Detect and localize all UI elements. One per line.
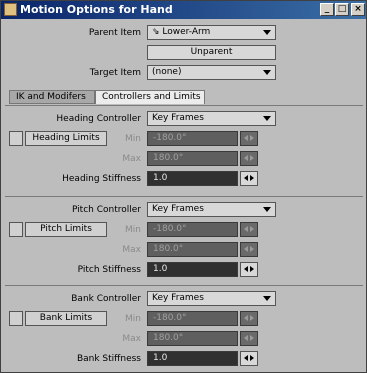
chevron-down-icon	[263, 207, 271, 212]
close-button[interactable]: ×	[351, 3, 365, 16]
heading-max-spinner[interactable]	[240, 151, 258, 166]
chevron-down-icon	[263, 296, 271, 301]
heading-stiffness-spinner[interactable]	[240, 171, 258, 186]
minimize-button[interactable]: _	[320, 3, 334, 16]
chevron-down-icon	[263, 30, 271, 35]
app-icon	[4, 3, 17, 16]
heading-max-field[interactable]: 180.0°	[147, 151, 238, 166]
bank-limits-checkbox[interactable]	[9, 311, 23, 326]
parent-item-dropdown[interactable]: ⇘ Lower-Arm	[147, 25, 276, 40]
pitch-controller-dropdown[interactable]: Key Frames	[147, 202, 276, 217]
pitch-max-label: Max	[122, 245, 141, 255]
bank-min-value: -180.0°	[153, 313, 187, 323]
heading-stiffness-label: Heading Stiffness	[62, 174, 141, 184]
pitch-controller-label: Pitch Controller	[71, 205, 141, 215]
heading-stiffness-field[interactable]: 1.0	[147, 171, 238, 186]
bank-min-field[interactable]: -180.0°	[147, 311, 238, 326]
pitch-min-spinner[interactable]	[240, 222, 258, 237]
chevron-down-icon	[263, 70, 271, 75]
heading-limits-button[interactable]: Heading Limits	[25, 131, 107, 146]
heading-max-value: 180.0°	[153, 153, 184, 163]
tab-ik-and-modifiers[interactable]: IK and Modifers	[9, 90, 95, 104]
title-bar[interactable]: Motion Options for Hand _ □ ×	[1, 1, 366, 19]
pitch-limits-checkbox[interactable]	[9, 222, 23, 237]
heading-max-label: Max	[122, 154, 141, 164]
bank-stiffness-value: 1.0	[153, 353, 168, 363]
heading-controller-dropdown[interactable]: Key Frames	[147, 111, 276, 126]
heading-controller-value: Key Frames	[152, 113, 204, 123]
heading-min-field[interactable]: -180.0°	[147, 131, 238, 146]
heading-limits-checkbox[interactable]	[9, 131, 23, 146]
pitch-stiffness-value: 1.0	[153, 264, 168, 274]
chevron-down-icon	[263, 116, 271, 121]
pitch-limits-toggle[interactable]: Pitch Limits	[9, 222, 107, 237]
pitch-min-field[interactable]: -180.0°	[147, 222, 238, 237]
bank-controller-label: Bank Controller	[71, 294, 141, 304]
pitch-max-spinner[interactable]	[240, 242, 258, 257]
parent-item-value: ⇘ Lower-Arm	[152, 27, 211, 37]
heading-min-value: -180.0°	[153, 133, 187, 143]
parent-item-label: Parent Item	[88, 28, 141, 38]
target-item-value: (none)	[152, 67, 182, 77]
heading-min-spinner[interactable]	[240, 131, 258, 146]
bank-limits-toggle[interactable]: Bank Limits	[9, 311, 107, 326]
heading-controller-label: Heading Controller	[56, 114, 141, 124]
bank-stiffness-label: Bank Stiffness	[76, 354, 141, 364]
pitch-stiffness-spinner[interactable]	[240, 262, 258, 277]
bank-controller-dropdown[interactable]: Key Frames	[147, 291, 276, 306]
heading-stiffness-value: 1.0	[153, 173, 168, 183]
pitch-stiffness-label: Pitch Stiffness	[77, 265, 141, 275]
bank-min-spinner[interactable]	[240, 311, 258, 326]
bank-limits-button[interactable]: Bank Limits	[25, 311, 107, 326]
bank-controller-value: Key Frames	[152, 293, 204, 303]
pitch-max-field[interactable]: 180.0°	[147, 242, 238, 257]
window-title: Motion Options for Hand	[20, 3, 173, 16]
bank-stiffness-field[interactable]: 1.0	[147, 351, 238, 366]
tab-controllers-and-limits[interactable]: Controllers and Limits	[95, 90, 205, 104]
unparent-button[interactable]: Unparent	[147, 45, 276, 60]
pitch-controller-value: Key Frames	[152, 204, 204, 214]
heading-min-label: Min	[125, 134, 141, 144]
pitch-min-label: Min	[125, 225, 141, 235]
bank-max-label: Max	[122, 334, 141, 344]
pitch-limits-button[interactable]: Pitch Limits	[25, 222, 107, 237]
bank-max-field[interactable]: 180.0°	[147, 331, 238, 346]
maximize-button[interactable]: □	[335, 3, 349, 16]
bank-stiffness-spinner[interactable]	[240, 351, 258, 366]
bank-min-label: Min	[125, 314, 141, 324]
target-item-dropdown[interactable]: (none)	[147, 65, 276, 80]
pitch-stiffness-field[interactable]: 1.0	[147, 262, 238, 277]
target-item-label: Target Item	[89, 68, 141, 78]
bank-max-spinner[interactable]	[240, 331, 258, 346]
motion-options-window: Motion Options for Hand _ □ × Parent Ite…	[0, 0, 367, 373]
heading-limits-toggle[interactable]: Heading Limits	[9, 131, 107, 146]
pitch-max-value: 180.0°	[153, 244, 184, 254]
pitch-min-value: -180.0°	[153, 224, 187, 234]
bank-max-value: 180.0°	[153, 333, 184, 343]
